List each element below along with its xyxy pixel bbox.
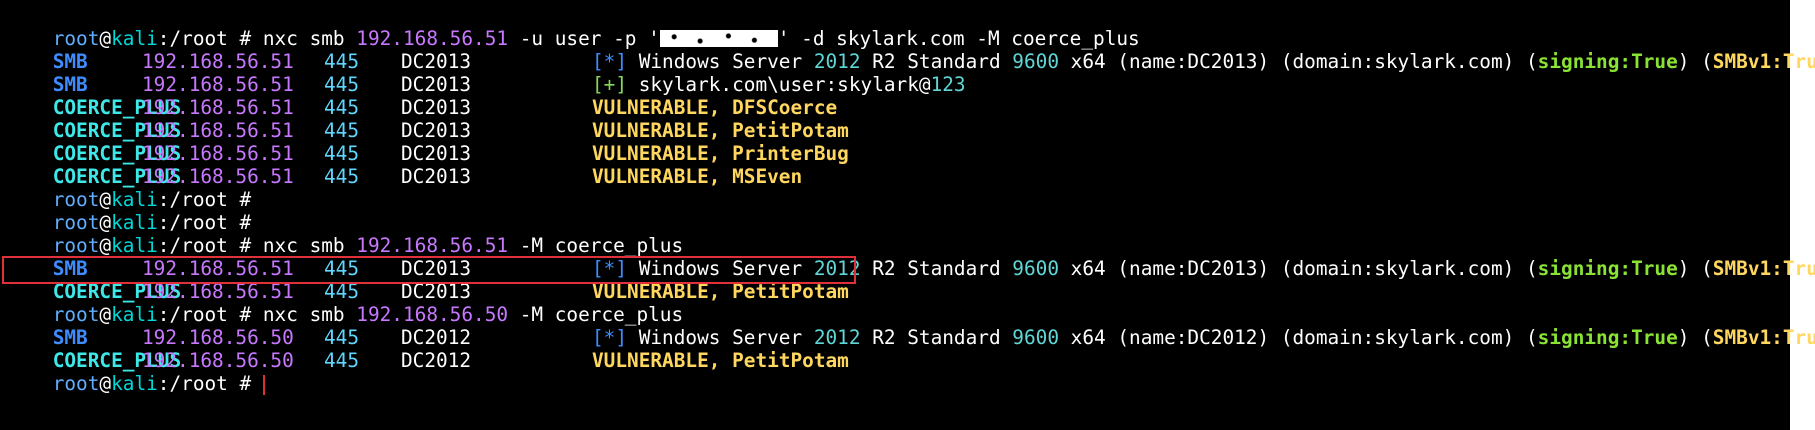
output-line: COERCE_PLUS 192.168.56.51 445 DC2013 VULNERA… [0, 142, 1790, 188]
output-line: SMB 192.168.56.50 445 DC2012 [*] Windows Ser… [0, 303, 1815, 349]
command-line-3: root@kali:/root # nxc smb 192.168.56.50 … [52, 303, 684, 326]
text-cursor[interactable] [262, 374, 265, 395]
output-line: COERCE_PLUS 192.168.56.51 445 DC2013 VULNERA… [0, 119, 1790, 165]
output-line: SMB 192.168.56.51 445 DC2013 [+] skylark.com… [0, 50, 1790, 96]
output-line: COERCE_PLUS 192.168.56.50 445 DC2012 VULNERA… [0, 326, 1790, 372]
prompt-line: root@kali:/root # [52, 188, 252, 211]
output-line: COERCE_PLUS 192.168.56.51 445 DC2013 VULNERA… [0, 96, 1790, 142]
output-line-highlighted: COERCE_PLUS 192.168.56.51 445 DC2013 VULNERA… [0, 257, 1790, 303]
output-line: SMB 192.168.56.51 445 DC2013 [*] Windows Ser… [0, 27, 1815, 73]
terminal-window[interactable]: root@kali:/root # nxc smb 192.168.56.51 … [0, 0, 1815, 430]
output-line: SMB 192.168.56.51 445 DC2013 [*] Windows Ser… [0, 234, 1815, 280]
output-line: COERCE_PLUS 192.168.56.51 445 DC2013 VULNERA… [0, 73, 1790, 119]
command-line-2: root@kali:/root # nxc smb 192.168.56.51 … [52, 234, 684, 257]
prompt-line: root@kali:/root # [52, 211, 252, 234]
command-line-1: root@kali:/root # nxc smb 192.168.56.51 … [0, 4, 1790, 50]
active-prompt-line[interactable]: root@kali:/root # [0, 349, 1790, 395]
